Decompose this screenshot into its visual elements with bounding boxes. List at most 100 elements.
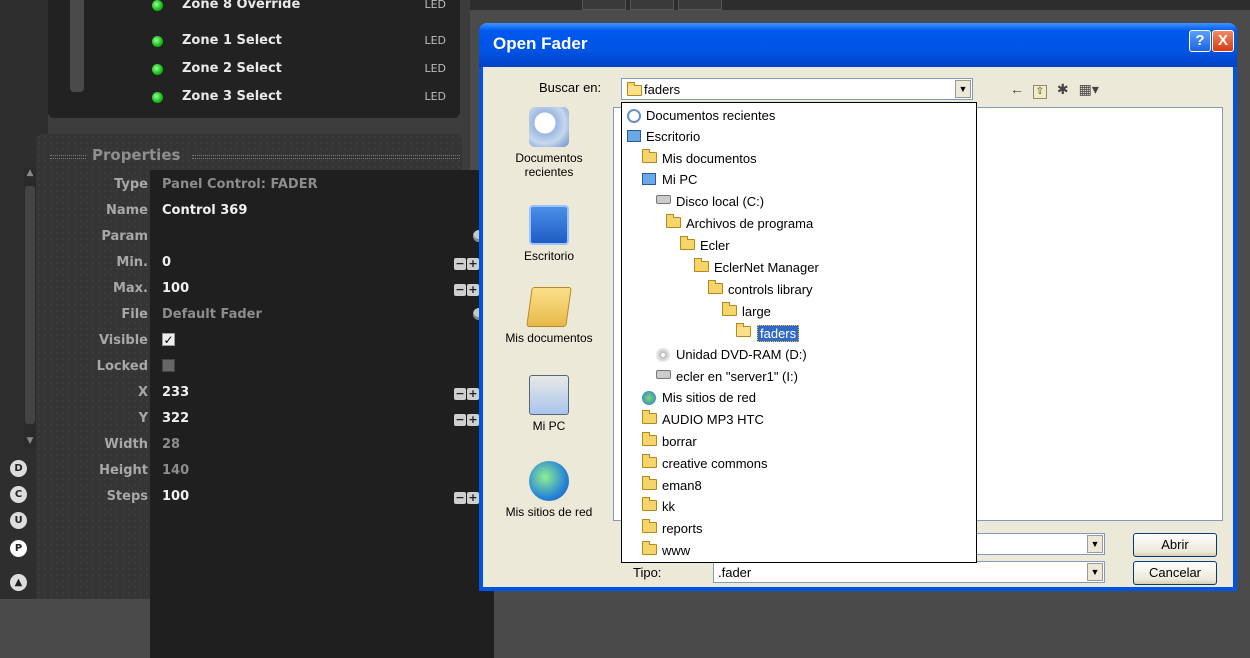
open-button[interactable]: Abrir <box>1133 533 1217 557</box>
plus-icon[interactable]: + <box>467 284 479 296</box>
back-icon[interactable]: ← <box>1007 79 1027 99</box>
dropdown-item[interactable]: eman8 <box>622 475 976 496</box>
dropdown-item[interactable]: ecler en "server1" (I:) <box>622 366 976 387</box>
property-height: Height 140 <box>36 458 496 484</box>
minus-icon[interactable]: − <box>454 388 466 400</box>
x-stepper[interactable]: − + <box>454 386 480 400</box>
property-value: 28 <box>162 437 181 452</box>
property-value[interactable]: 233 <box>162 385 189 400</box>
dropdown-item[interactable]: Mis sitios de red <box>622 387 976 408</box>
locked-checkbox[interactable] <box>162 359 175 372</box>
dropdown-item[interactable]: controls library <box>622 279 976 300</box>
property-steps[interactable]: Steps 100 − + <box>36 484 496 510</box>
dropdown-item[interactable]: kk <box>622 496 976 517</box>
look-in-dropdown[interactable]: Documentos recientes Escritorio Mis docu… <box>621 102 977 563</box>
dropdown-item-selected[interactable]: faders <box>622 322 976 343</box>
dropdown-item[interactable]: EclerNet Manager <box>622 257 976 278</box>
place-my-documents[interactable]: Mis documentos <box>493 287 605 345</box>
canvas-tile <box>582 0 626 10</box>
property-visible[interactable]: Visible ✓ <box>36 328 496 354</box>
chevron-down-icon[interactable]: ▼ <box>1087 563 1103 581</box>
place-my-pc[interactable]: Mi PC <box>493 375 605 433</box>
header-divider <box>192 155 460 159</box>
help-button[interactable]: ? <box>1189 30 1211 52</box>
zone-item[interactable]: Zone 3 Select LED <box>48 84 460 112</box>
mode-p-button[interactable]: P <box>10 540 27 557</box>
dropdown-item[interactable]: Disco local (C:) <box>622 191 976 212</box>
plus-icon[interactable]: + <box>467 414 479 426</box>
folder-icon <box>627 82 642 96</box>
scroll-thumb[interactable] <box>25 186 35 424</box>
dropdown-item[interactable]: Ecler <box>622 235 976 256</box>
scroll-up-arrow-icon[interactable]: ▲ <box>25 168 35 178</box>
minus-icon[interactable]: − <box>454 258 466 270</box>
canvas-top-strip <box>470 0 1250 10</box>
plus-icon[interactable]: + <box>467 388 479 400</box>
visible-checkbox[interactable]: ✓ <box>162 333 175 346</box>
property-value[interactable]: Control 369 <box>162 203 247 218</box>
dropdown-item[interactable]: Mis documentos <box>622 148 976 169</box>
up-folder-icon[interactable]: ⇧ <box>1032 85 1047 99</box>
property-value[interactable]: 100 <box>162 281 189 296</box>
property-name[interactable]: Name Control 369 <box>36 198 496 224</box>
minus-icon[interactable]: − <box>454 492 466 504</box>
look-in-combo[interactable]: faders ▼ <box>621 78 973 100</box>
property-locked[interactable]: Locked <box>36 354 496 380</box>
dvd-drive-icon <box>656 348 670 362</box>
mode-u-button[interactable]: U <box>10 512 27 529</box>
minus-icon[interactable]: − <box>454 284 466 296</box>
steps-stepper[interactable]: − + <box>454 490 480 504</box>
min-stepper[interactable]: − + <box>454 256 480 270</box>
chevron-down-icon[interactable]: ▼ <box>1087 535 1103 553</box>
dropdown-item[interactable]: Archivos de programa <box>622 213 976 234</box>
dropdown-item[interactable]: creative commons <box>622 453 976 474</box>
zone-item[interactable]: Zone 1 Select LED <box>48 28 460 56</box>
dropdown-item[interactable]: reports <box>622 518 976 539</box>
property-value[interactable]: 0 <box>162 255 171 270</box>
property-max[interactable]: Max. 100 − + <box>36 276 496 302</box>
dropdown-item[interactable]: Escritorio <box>622 126 976 147</box>
mode-d-button[interactable]: D <box>10 460 27 477</box>
dropdown-item[interactable]: www <box>622 540 976 561</box>
plus-icon[interactable]: + <box>467 492 479 504</box>
dialog-titlebar[interactable]: Open Fader ? X <box>479 23 1237 67</box>
close-button[interactable]: X <box>1212 30 1234 52</box>
property-value[interactable]: 100 <box>162 489 189 504</box>
plus-icon[interactable]: + <box>467 258 479 270</box>
properties-scrollbar[interactable]: ▲ ▼ <box>24 168 36 448</box>
collapse-button[interactable]: ▲ <box>10 574 27 591</box>
minus-icon[interactable]: − <box>454 414 466 426</box>
property-min[interactable]: Min. 0 − + <box>36 250 496 276</box>
scroll-down-arrow-icon[interactable]: ▼ <box>25 436 35 446</box>
place-recent[interactable]: Documentos recientes <box>493 107 605 179</box>
dropdown-item[interactable]: large <box>622 301 976 322</box>
new-folder-icon[interactable]: ✱ <box>1053 79 1073 99</box>
file-type-combo[interactable]: .fader ▼ <box>713 561 1105 583</box>
property-file[interactable]: File Default Fader <box>36 302 496 328</box>
property-x[interactable]: X 233 − + <box>36 380 496 406</box>
zone-label: Zone 3 Select <box>182 89 282 104</box>
look-in-value: faders <box>644 82 681 97</box>
y-stepper[interactable]: − + <box>454 412 480 426</box>
property-param[interactable]: Param <box>36 224 496 250</box>
zone-item[interactable]: Zone 8 Override LED <box>48 0 460 20</box>
chevron-down-icon[interactable]: ▼ <box>955 80 971 98</box>
zone-tag: LED <box>424 34 446 47</box>
cancel-button[interactable]: Cancelar <box>1133 561 1217 585</box>
dropdown-item[interactable]: Unidad DVD-RAM (D:) <box>622 344 976 365</box>
property-value[interactable]: 322 <box>162 411 189 426</box>
mode-c-button[interactable]: C <box>10 486 27 503</box>
dropdown-item[interactable]: borrar <box>622 431 976 452</box>
place-network[interactable]: Mis sitios de red <box>493 461 605 519</box>
max-stepper[interactable]: − + <box>454 282 480 296</box>
place-label: Mi PC <box>532 419 566 433</box>
view-menu-icon[interactable]: ▦▾ <box>1079 79 1099 99</box>
dropdown-item[interactable]: Documentos recientes <box>622 105 976 126</box>
my-computer-icon <box>529 375 569 415</box>
property-y[interactable]: Y 322 − + <box>36 406 496 432</box>
dropdown-item[interactable]: Mi PC <box>622 169 976 190</box>
dropdown-item[interactable]: AUDIO MP3 HTC <box>622 409 976 430</box>
place-desktop[interactable]: Escritorio <box>493 205 605 263</box>
property-key: Locked <box>96 359 148 374</box>
zone-item[interactable]: Zone 2 Select LED <box>48 56 460 84</box>
